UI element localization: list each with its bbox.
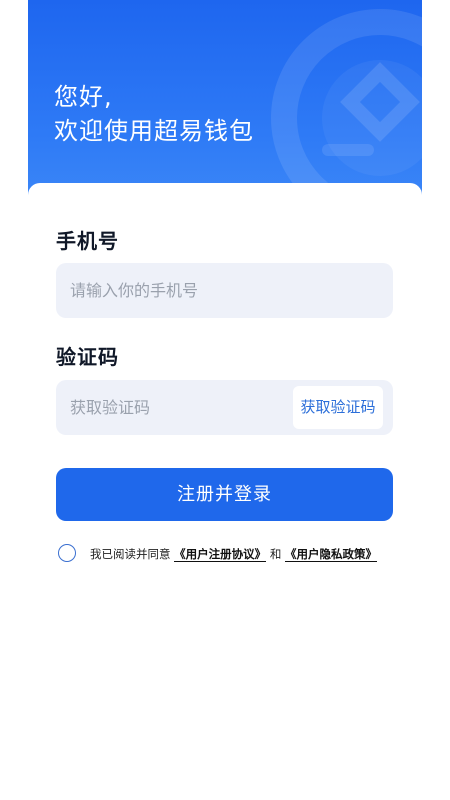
- agreement-row: 我已阅读并同意 《用户注册协议》 和 《用户隐私政策》: [58, 544, 408, 564]
- page: 您好, 欢迎使用超易钱包 手机号 验证码 获取验证码 注册并登录 我已阅读并同意…: [0, 0, 450, 800]
- terms-link[interactable]: 《用户注册协议》: [174, 547, 267, 562]
- register-login-button[interactable]: 注册并登录: [56, 468, 393, 521]
- verification-code-input[interactable]: [56, 380, 286, 435]
- agreement-prefix: 我已阅读并同意: [90, 547, 171, 561]
- agree-checkbox[interactable]: [58, 544, 76, 562]
- login-form-card: 手机号 验证码 获取验证码 注册并登录 我已阅读并同意 《用户注册协议》 和 《…: [28, 183, 422, 800]
- header-banner: 您好, 欢迎使用超易钱包: [28, 0, 422, 200]
- app-screen: 您好, 欢迎使用超易钱包 手机号 验证码 获取验证码 注册并登录 我已阅读并同意…: [28, 0, 422, 800]
- agreement-text: 我已阅读并同意 《用户注册协议》 和 《用户隐私政策》: [90, 546, 377, 562]
- greeting-hello: 您好,: [54, 83, 113, 111]
- phone-input-box: [56, 263, 393, 318]
- code-input-box: 获取验证码: [56, 380, 393, 435]
- phone-label: 手机号: [56, 229, 119, 253]
- code-label: 验证码: [56, 345, 119, 369]
- welcome-greeting: 您好, 欢迎使用超易钱包: [54, 80, 254, 148]
- phone-input[interactable]: [56, 263, 393, 318]
- agreement-conjunction: 和: [269, 547, 282, 561]
- greeting-welcome: 欢迎使用超易钱包: [54, 117, 254, 145]
- get-code-button[interactable]: 获取验证码: [293, 386, 383, 429]
- privacy-link[interactable]: 《用户隐私政策》: [284, 547, 377, 562]
